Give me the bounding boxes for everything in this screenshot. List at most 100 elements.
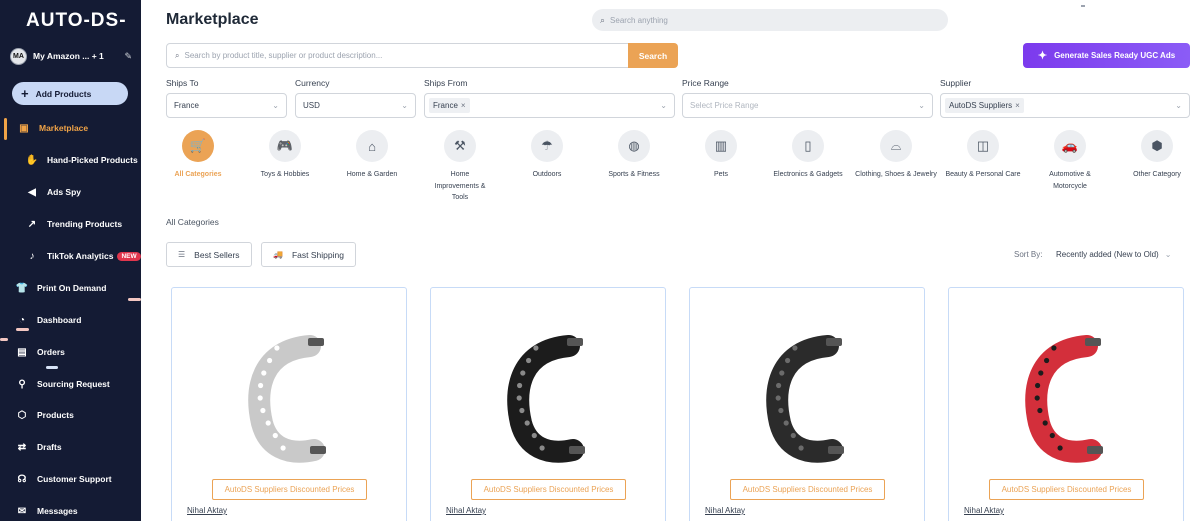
band-hole — [257, 395, 263, 401]
product-card[interactable]: AutoDS Suppliers Discounted Prices Nihal… — [171, 287, 407, 521]
account-switcher[interactable]: MA My Amazon ... + 1 ✎ — [10, 47, 132, 65]
band-hole — [1034, 395, 1040, 401]
ships-from-chip[interactable]: France × — [429, 98, 470, 113]
sidebar-item-trending-products[interactable]: ↗ Trending Products — [26, 214, 141, 234]
category-clothing-shoes-jewelry[interactable]: ⌓ Clothing, Shoes & Jewelry — [851, 130, 941, 181]
category-all-categories[interactable]: 🛒 All Categories — [153, 130, 243, 181]
sort-label: Sort By: — [1014, 250, 1043, 259]
divider-accent — [16, 328, 29, 331]
new-badge: NEW — [117, 251, 141, 261]
truck-icon: 🚚 — [273, 250, 283, 259]
divider-accent — [0, 338, 8, 341]
sidebar-item-messages[interactable]: ✉ Messages — [16, 501, 141, 521]
supplier-chip[interactable]: AutoDS Suppliers × — [945, 98, 1024, 113]
product-image[interactable] — [491, 328, 611, 468]
car-icon: 🚗 — [1054, 130, 1086, 162]
avatar: MA — [10, 47, 27, 65]
sidebar-item-label: Marketplace — [39, 123, 89, 133]
sidebar-item-label: TikTok Analytics — [47, 251, 114, 261]
band-hole — [526, 357, 532, 364]
category-beauty-personal-care[interactable]: ◫ Beauty & Personal Care — [938, 130, 1028, 181]
category-automotive-motorcycle[interactable]: 🚗 Automotive & Motorcycle — [1025, 130, 1115, 192]
box-icon: ⬢ — [1141, 130, 1173, 162]
band-hole — [274, 345, 280, 351]
autods-logo[interactable]: AUTO-DS- — [26, 10, 127, 32]
category-home-improvements-tools[interactable]: ⚒ Home Improvements & Tools — [415, 130, 505, 204]
search-button[interactable]: Search — [628, 43, 678, 68]
hat-icon: ⌓ — [880, 130, 912, 162]
product-image[interactable] — [1009, 328, 1129, 468]
supplier-link[interactable]: Nihal Aktay — [187, 506, 227, 515]
category-sports-fitness[interactable]: ◍ Sports & Fitness — [589, 130, 679, 181]
cube-icon: ⬡ — [17, 409, 27, 421]
product-card[interactable]: AutoDS Suppliers Discounted Prices Nihal… — [689, 287, 925, 521]
band-connector — [1085, 338, 1101, 346]
add-products-button[interactable]: + Add Products — [12, 82, 128, 105]
sidebar-item-label: Hand-Picked Products — [47, 155, 138, 165]
category-pets[interactable]: ▥ Pets — [676, 130, 766, 181]
sidebar-item-marketplace[interactable]: ▣ Marketplace — [18, 118, 141, 138]
chevron-down-icon: ⌄ — [1164, 250, 1172, 259]
supplier-select[interactable]: AutoDS Suppliers × ⌄ — [940, 93, 1190, 118]
pencil-icon[interactable]: ✎ — [124, 51, 132, 62]
category-home-garden[interactable]: ⌂ Home & Garden — [327, 130, 417, 181]
product-card[interactable]: AutoDS Suppliers Discounted Prices Nihal… — [430, 287, 666, 521]
category-label: Home & Garden — [346, 171, 398, 178]
band-connector — [569, 446, 585, 454]
sort-select[interactable]: Recently added (New to Old) ⌄ — [1056, 250, 1171, 259]
product-search-input[interactable]: ⌕ Search by product title, supplier or p… — [166, 43, 629, 68]
product-card[interactable]: AutoDS Suppliers Discounted Prices Nihal… — [948, 287, 1184, 521]
sidebar-item-tiktok-analytics[interactable]: ♪ TikTok Analytics NEW — [26, 246, 141, 266]
category-other-category[interactable]: ⬢ Other Category — [1112, 130, 1200, 181]
currency-select[interactable]: USD ⌄ — [295, 93, 416, 118]
chevron-down-icon: ⌄ — [272, 101, 279, 110]
ships-from-select[interactable]: France × ⌄ — [424, 93, 675, 118]
band-hole — [1038, 370, 1044, 376]
sidebar-item-label: Sourcing Request — [37, 379, 110, 389]
band-hole — [524, 420, 530, 426]
band-hole — [258, 382, 264, 389]
global-search-input[interactable]: ⌕ Search anything — [592, 9, 948, 31]
shirt-icon: 👕 — [15, 282, 29, 294]
headset-icon: ☊ — [17, 473, 27, 485]
close-icon[interactable]: × — [461, 101, 466, 110]
supplier-link[interactable]: Nihal Aktay — [446, 506, 486, 515]
sidebar-item-orders[interactable]: ▤ Orders — [16, 342, 141, 362]
supplier-link[interactable]: Nihal Aktay — [964, 506, 1004, 515]
product-image[interactable] — [232, 328, 352, 468]
sidebar-item-customer-support[interactable]: ☊ Customer Support — [16, 469, 141, 489]
category-electronics-gadgets[interactable]: ▯ Electronics & Gadgets — [763, 130, 853, 181]
sidebar-item-hand-picked-products[interactable]: ✋ Hand-Picked Products — [26, 150, 141, 170]
price-range-select[interactable]: Select Price Range ⌄ — [682, 93, 933, 118]
sidebar-item-label: Messages — [37, 506, 78, 516]
category-toys-hobbies[interactable]: 🎮 Toys & Hobbies — [240, 130, 330, 181]
chip-label: AutoDS Suppliers — [949, 101, 1013, 110]
sidebar-item-sourcing-request[interactable]: ⚲ Sourcing Request — [16, 374, 141, 394]
sidebar-item-print-on-demand[interactable]: 👕 Print On Demand — [16, 278, 141, 298]
active-indicator — [4, 118, 7, 140]
generate-ugc-ads-button[interactable]: ✦ Generate Sales Ready UGC Ads — [1023, 43, 1190, 68]
category-label: Other Category — [1133, 171, 1181, 178]
best-sellers-tab[interactable]: ☰ Best Sellers — [166, 242, 252, 267]
divider-accent — [128, 298, 141, 301]
mail-icon: ✉ — [17, 505, 27, 517]
band-hole — [1051, 345, 1057, 351]
supplier-link[interactable]: Nihal Aktay — [705, 506, 745, 515]
ships-to-select[interactable]: France ⌄ — [166, 93, 287, 118]
sidebar-item-dashboard[interactable]: ◔ Dashboard — [16, 310, 141, 330]
band-hole — [261, 370, 267, 376]
category-outdoors[interactable]: ☂ Outdoors — [502, 130, 592, 181]
fast-shipping-tab[interactable]: 🚚 Fast Shipping — [261, 242, 356, 267]
sidebar-item-ads-spy[interactable]: ◀ Ads Spy — [26, 182, 141, 202]
band-connector — [567, 338, 583, 346]
category-label: Home Improvements & Tools — [434, 171, 486, 201]
clipboard-icon: ▤ — [17, 346, 27, 358]
ships-to-value: France — [174, 101, 199, 110]
sidebar-item-drafts[interactable]: ⇄ Drafts — [16, 437, 141, 457]
price-range-placeholder: Select Price Range — [690, 101, 759, 110]
close-icon[interactable]: × — [1015, 101, 1020, 110]
product-image[interactable] — [750, 328, 870, 468]
category-label: Automotive & Motorcycle — [1049, 171, 1091, 190]
band-hole — [1049, 432, 1055, 439]
sidebar-item-products[interactable]: ⬡ Products — [16, 405, 141, 425]
